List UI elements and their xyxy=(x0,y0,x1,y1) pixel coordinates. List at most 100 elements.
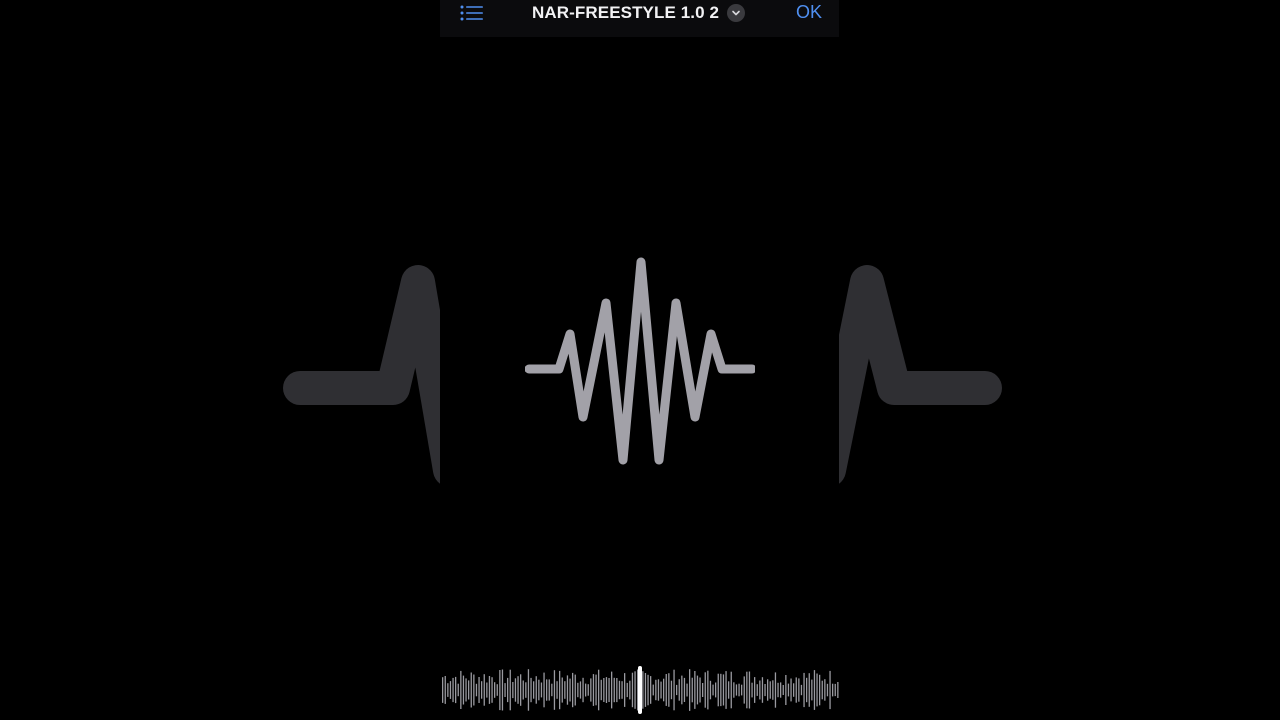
scrubber-bar xyxy=(616,678,618,703)
scrubber-bar xyxy=(626,682,628,698)
scrubber-bar xyxy=(670,680,673,700)
scrubber-bar xyxy=(551,683,553,697)
scrubber-bar xyxy=(514,678,517,702)
scrubber-bar xyxy=(832,683,834,697)
scrubber-bar xyxy=(800,684,803,696)
scrubber-bar xyxy=(691,677,693,703)
scrubber-bar xyxy=(782,685,784,695)
scrubber-bar xyxy=(475,683,478,697)
scrubber-bar xyxy=(447,683,449,697)
scrubber-bar xyxy=(709,680,712,700)
scrubber-bar xyxy=(449,681,452,699)
playhead[interactable] xyxy=(637,666,642,714)
scrubber-bar xyxy=(600,679,602,701)
scrubber-bar xyxy=(473,674,475,706)
scrubber-bar xyxy=(717,673,719,707)
scrubber-bar xyxy=(590,678,592,702)
scrubber-bar xyxy=(512,682,514,699)
list-icon xyxy=(460,5,483,21)
scrubber-bar xyxy=(587,684,589,696)
chevron-down-icon xyxy=(727,4,746,22)
scrubber-bar xyxy=(543,672,545,708)
scrubber-bar xyxy=(761,677,764,703)
scrubber-bar xyxy=(517,676,519,704)
scrubber-bar xyxy=(767,679,769,701)
scrubber-bar xyxy=(522,680,524,700)
scrubber-bar xyxy=(790,678,792,702)
scrubber-bar xyxy=(746,671,748,709)
scrubber-bar xyxy=(759,680,761,700)
scrubber-bar xyxy=(665,674,667,706)
scrubber-bar xyxy=(774,672,777,708)
scrubber-bar xyxy=(696,675,699,705)
scrubber-bar xyxy=(556,681,558,699)
scrubber-bar xyxy=(793,683,795,697)
scrubber-bar xyxy=(546,679,548,701)
scrubber-bar xyxy=(559,670,561,710)
scrubber-bar xyxy=(720,673,722,707)
scrubber-bar xyxy=(569,678,571,702)
scrubber-bar xyxy=(681,675,683,705)
scrubber-bar xyxy=(650,676,652,704)
scrubber-bar xyxy=(748,671,751,709)
scrubber-bar xyxy=(663,678,665,702)
scrubber-bar xyxy=(585,683,587,697)
list-button[interactable] xyxy=(458,3,486,25)
scrubber-bar xyxy=(634,671,636,709)
scrubber-bar xyxy=(751,682,753,698)
scrubber-bar xyxy=(756,684,758,696)
scrubber-bar xyxy=(488,676,491,704)
scrubber-bar xyxy=(577,682,579,698)
scrubber-bar xyxy=(787,683,790,697)
scrubber-bar xyxy=(603,678,605,702)
scrubber-bar xyxy=(572,672,574,708)
scrubber-bar xyxy=(494,682,496,698)
scrubber-bar xyxy=(694,671,696,709)
scrubber-bar xyxy=(811,679,813,701)
scrubber-bar xyxy=(704,672,706,708)
scrubber-bar xyxy=(730,671,732,709)
page-title: NAR-FREESTYLE 1.0 2 xyxy=(532,3,720,22)
scrubber-bar xyxy=(702,683,704,697)
scrubber-bar xyxy=(535,676,537,704)
scrubber-bar xyxy=(561,677,563,703)
scrubber-bar xyxy=(738,683,740,697)
scrubber-bar xyxy=(772,680,774,700)
background-waveform-left xyxy=(0,0,440,720)
scrubber-bar xyxy=(457,683,459,697)
scrubber-bar xyxy=(478,677,480,703)
scrubber-bar xyxy=(629,680,631,700)
app-window: NAR-FREESTYLE 1.0 2 OK xyxy=(440,0,839,720)
scrubber-bar xyxy=(566,675,569,705)
scrubber-bar xyxy=(816,673,818,707)
scrubber-bar xyxy=(715,682,717,698)
scrubber-bar xyxy=(722,674,725,706)
scrubber-bar xyxy=(798,678,800,702)
scrubber-bar xyxy=(527,669,530,711)
scrubber-bar xyxy=(642,671,644,709)
title-menu[interactable]: NAR-FREESTYLE 1.0 2 xyxy=(532,0,746,26)
scrubber-bar xyxy=(837,682,839,698)
scrubber-bar xyxy=(455,676,457,704)
scrubber-bar xyxy=(764,684,766,697)
scrubber-bar xyxy=(834,683,836,697)
scrubber-bar xyxy=(624,673,626,707)
scrubber-bar xyxy=(465,678,467,702)
scrubber-bar xyxy=(707,670,709,710)
scrubber-bar xyxy=(743,676,745,704)
scrubber-bar xyxy=(678,679,680,701)
scrubber-bar xyxy=(808,673,810,707)
scrubber-bar xyxy=(644,673,647,707)
scrubber-bar xyxy=(673,669,675,711)
scrubber-bar xyxy=(795,677,797,703)
scrubber-bar xyxy=(533,681,535,699)
scrubber-bar xyxy=(579,681,582,699)
scrubber-bar xyxy=(725,671,727,709)
scrubber-bar xyxy=(652,684,654,696)
ok-button[interactable]: OK xyxy=(796,2,822,23)
scrubber-bar xyxy=(582,677,584,703)
scrubber-bar xyxy=(483,674,485,706)
scrubber-bar xyxy=(442,677,444,703)
scrubber-bar xyxy=(813,670,816,710)
scrubber-bar xyxy=(777,682,779,698)
